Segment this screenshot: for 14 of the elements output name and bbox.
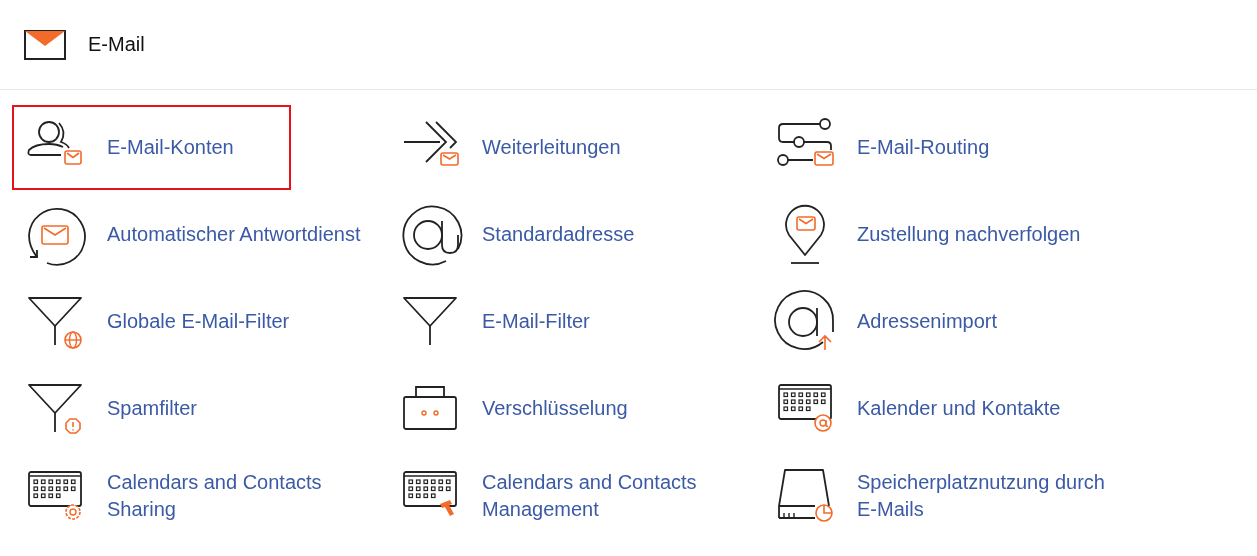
tool-link[interactable]: Adressenimport bbox=[762, 279, 1055, 364]
tool-link[interactable]: Spamfilter bbox=[12, 366, 255, 451]
tool-link[interactable]: E-Mail-Filter bbox=[387, 279, 647, 364]
tool-link[interactable]: Kalender und Kontakte bbox=[762, 366, 1118, 451]
at-sign-upload-icon bbox=[775, 291, 835, 352]
tool-link[interactable]: Weiterleitungen bbox=[387, 105, 678, 190]
tool-link[interactable]: E-Mail-Routing bbox=[762, 105, 1047, 190]
envelope-icon bbox=[24, 29, 66, 60]
tool-link[interactable]: E-Mail-Konten bbox=[12, 105, 291, 190]
tool-link[interactable]: Verschlüsselung bbox=[387, 366, 685, 451]
at-sign-icon bbox=[400, 204, 460, 265]
tool-link[interactable]: Globale E-Mail-Filter bbox=[12, 279, 347, 364]
tool-link[interactable]: Zustellung nachverfolgen bbox=[762, 192, 1138, 277]
section-title: E-Mail bbox=[88, 33, 145, 56]
